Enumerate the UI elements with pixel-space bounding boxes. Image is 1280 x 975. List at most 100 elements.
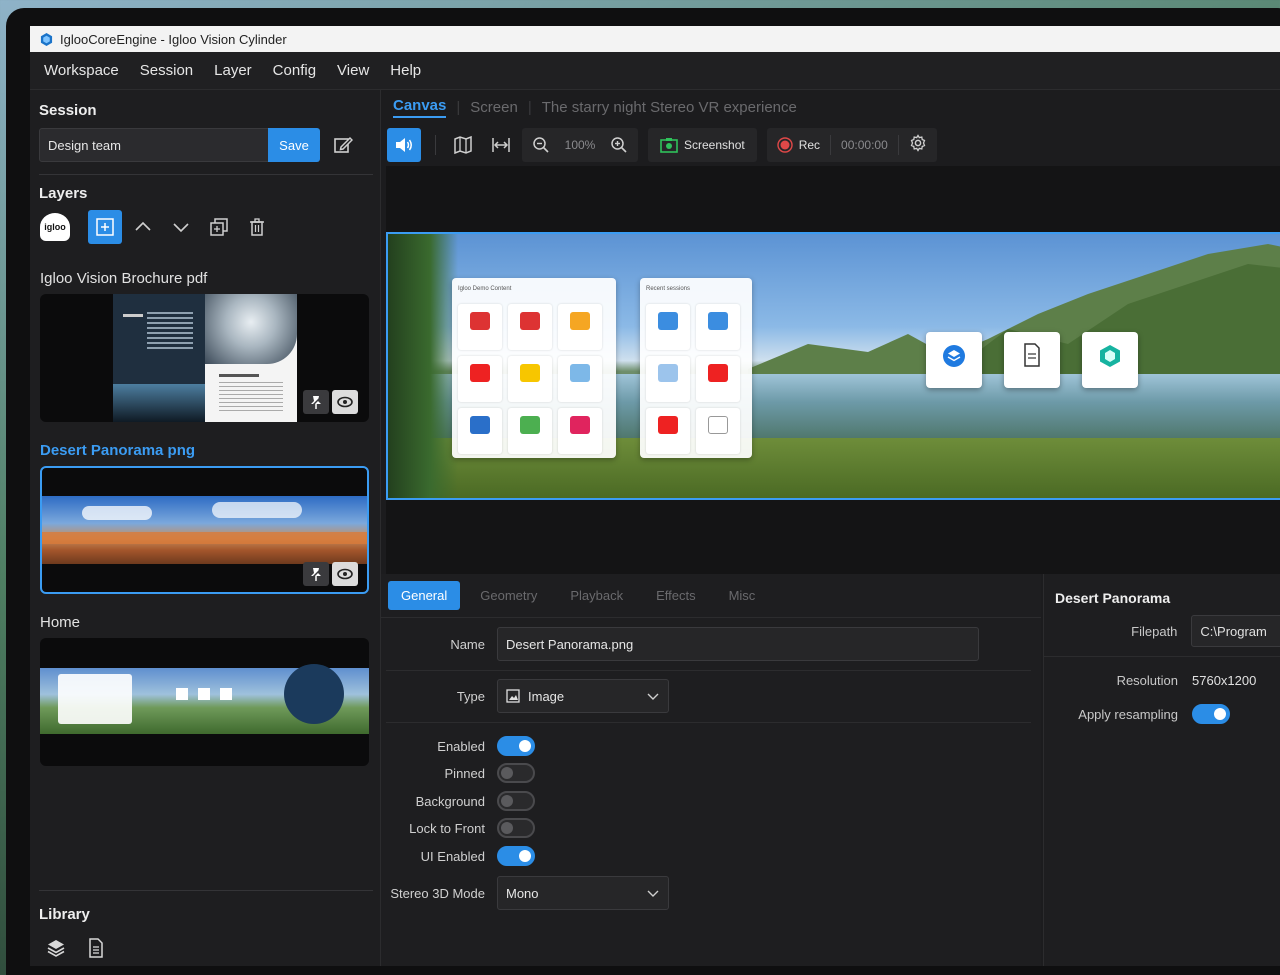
- pin-layer-button[interactable]: [303, 390, 329, 414]
- demo-tile[interactable]: [458, 304, 502, 350]
- app-logo-icon: [40, 32, 53, 46]
- layer-label-brochure[interactable]: Igloo Vision Brochure pdf: [40, 270, 207, 287]
- demo-tile[interactable]: [508, 304, 552, 350]
- pin-layer-button[interactable]: [303, 562, 329, 586]
- audio-toggle-button[interactable]: [387, 128, 421, 162]
- layer-thumbnail-brochure[interactable]: [40, 294, 369, 422]
- toolbar-separator: [830, 135, 832, 155]
- duplicate-icon: [210, 218, 228, 236]
- library-toolbar: [44, 936, 124, 960]
- layer-thumbnail-desert[interactable]: [40, 466, 369, 594]
- visibility-toggle-button[interactable]: [332, 562, 358, 586]
- add-layer-button[interactable]: [88, 210, 122, 244]
- record-button[interactable]: Rec: [777, 137, 820, 153]
- library-documents-button[interactable]: [84, 936, 108, 960]
- demo-tile[interactable]: [508, 356, 552, 402]
- lock-to-front-toggle[interactable]: [497, 818, 535, 838]
- move-layer-up-button[interactable]: [126, 210, 160, 244]
- screenshot-button[interactable]: Screenshot: [648, 128, 757, 162]
- session-tile[interactable]: [646, 356, 690, 402]
- demo-content-card[interactable]: Igloo Demo Content: [452, 278, 616, 458]
- name-input[interactable]: Desert Panorama.png: [497, 627, 979, 661]
- background-toggle[interactable]: [497, 791, 535, 811]
- tab-canvas[interactable]: Canvas: [393, 97, 447, 118]
- pinned-toggle[interactable]: [497, 763, 535, 783]
- menu-session[interactable]: Session: [140, 62, 193, 79]
- pin-icon: [309, 567, 323, 581]
- demo-tile[interactable]: [558, 408, 602, 454]
- add-layer-icon: [96, 218, 114, 236]
- filepath-input[interactable]: C:\Program: [1191, 615, 1280, 647]
- speaker-icon: [396, 138, 412, 152]
- toggle-row-background: Background: [381, 791, 1041, 811]
- zoom-in-button[interactable]: [606, 128, 632, 162]
- demo-tile[interactable]: [558, 304, 602, 350]
- tab-playback[interactable]: Playback: [557, 581, 636, 610]
- edit-icon[interactable]: [333, 135, 353, 155]
- menu-layer[interactable]: Layer: [214, 62, 252, 79]
- tab-geometry[interactable]: Geometry: [467, 581, 550, 610]
- resampling-toggle[interactable]: [1192, 704, 1230, 724]
- demo-tile[interactable]: [508, 408, 552, 454]
- layers-logo-icon: [943, 345, 965, 367]
- layer-label-home[interactable]: Home: [40, 614, 80, 631]
- recent-sessions-title: Recent sessions: [646, 286, 691, 292]
- toggle-row-lock-to-front: Lock to Front: [381, 818, 1041, 838]
- documentation-tile[interactable]: [1004, 332, 1060, 388]
- type-select[interactable]: Image: [497, 679, 669, 713]
- stereo-mode-select[interactable]: Mono: [497, 876, 669, 910]
- duplicate-layer-button[interactable]: [202, 210, 236, 244]
- menu-view[interactable]: View: [337, 62, 369, 79]
- name-row: Name Desert Panorama.png: [381, 627, 1041, 661]
- tab-misc[interactable]: Misc: [716, 581, 769, 610]
- session-tile[interactable]: [646, 304, 690, 350]
- session-tile[interactable]: [696, 304, 740, 350]
- fit-width-button[interactable]: [484, 128, 518, 162]
- new-session-tile[interactable]: [926, 332, 982, 388]
- canvas-viewport[interactable]: Igloo Demo Content Recent sessions: [386, 166, 1280, 574]
- trash-icon: [250, 218, 264, 236]
- recent-sessions-card[interactable]: Recent sessions: [640, 278, 752, 458]
- stereo-label: Stereo 3D Mode: [390, 885, 485, 901]
- library-layers-button[interactable]: [44, 936, 68, 960]
- delete-layer-button[interactable]: [240, 210, 274, 244]
- move-layer-down-button[interactable]: [164, 210, 198, 244]
- visibility-toggle-button[interactable]: [332, 390, 358, 414]
- map-view-button[interactable]: [446, 128, 480, 162]
- session-name-input[interactable]: Design team: [39, 128, 269, 162]
- menu-help[interactable]: Help: [390, 62, 421, 79]
- demo-tile[interactable]: [458, 356, 502, 402]
- layer-label-desert[interactable]: Desert Panorama png: [40, 442, 195, 459]
- zoom-out-button[interactable]: [528, 128, 554, 162]
- details-title: Desert Panorama: [1055, 590, 1171, 606]
- ui-enabled-toggle[interactable]: [497, 846, 535, 866]
- demo-tile[interactable]: [458, 408, 502, 454]
- screenshot-label: Screenshot: [684, 138, 745, 152]
- desert-panorama-preview: [42, 496, 367, 564]
- canvas-panorama[interactable]: Igloo Demo Content Recent sessions: [386, 232, 1280, 500]
- fit-width-icon: [492, 138, 510, 152]
- enabled-toggle[interactable]: [497, 736, 535, 756]
- session-tile[interactable]: [646, 408, 690, 454]
- pinned-label: Pinned: [444, 765, 485, 781]
- layer-thumbnail-home[interactable]: [40, 638, 369, 766]
- tab-general[interactable]: General: [388, 581, 461, 610]
- brochure-page-left: [113, 294, 205, 422]
- save-button[interactable]: Save: [268, 128, 320, 162]
- row-separator: [386, 722, 1031, 723]
- demo-tile[interactable]: [558, 356, 602, 402]
- gear-icon: [910, 133, 926, 152]
- recording-settings-button[interactable]: [909, 133, 927, 157]
- tab-session-name[interactable]: The starry night Stereo VR experience: [542, 99, 797, 116]
- menu-config[interactable]: Config: [273, 62, 316, 79]
- row-separator: [386, 670, 1031, 671]
- tab-screen[interactable]: Screen: [470, 99, 518, 116]
- menu-workspace[interactable]: Workspace: [44, 62, 119, 79]
- session-tile[interactable]: [696, 408, 740, 454]
- igloo-core-engine-tile[interactable]: [1082, 332, 1138, 388]
- zoom-controls: 100%: [522, 128, 638, 162]
- session-tile[interactable]: [696, 356, 740, 402]
- demo-content-grid: [458, 304, 602, 454]
- igloo-logo-button[interactable]: igloo: [40, 213, 70, 241]
- tab-effects[interactable]: Effects: [643, 581, 709, 610]
